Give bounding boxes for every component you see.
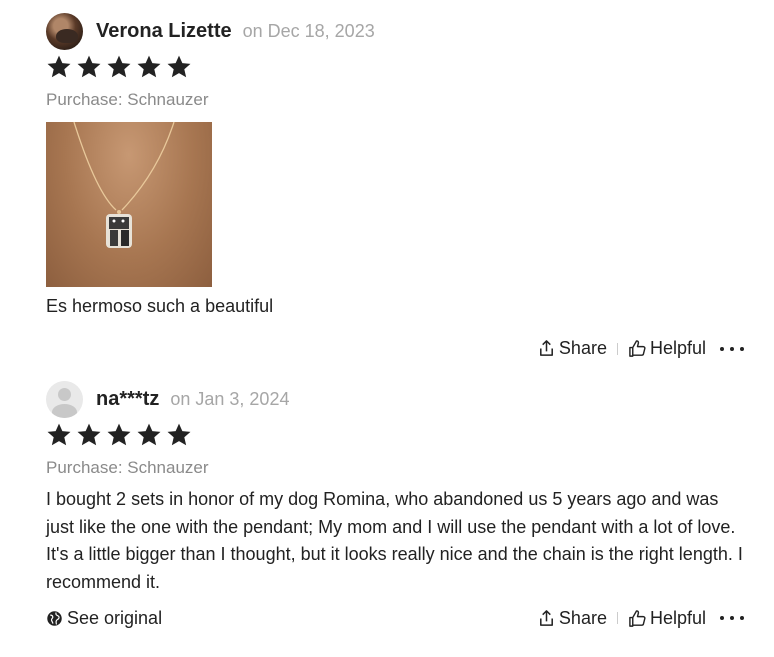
- reviewer-name[interactable]: Verona Lizette: [96, 20, 232, 43]
- thumbs-up-icon: [629, 340, 646, 357]
- helpful-label: Helpful: [649, 338, 706, 358]
- helpful-button[interactable]: Helpful: [628, 338, 706, 359]
- review-actions-right: Share Helpful: [537, 608, 744, 629]
- star-icon: [107, 423, 131, 446]
- helpful-button[interactable]: Helpful: [628, 608, 706, 629]
- review-card: Verona Lizette on Dec 18, 2023 Purchase:…: [46, 12, 744, 361]
- review-actions: See original Share Helpful: [46, 606, 744, 630]
- star-icon: [47, 55, 71, 78]
- review-header: na***tz on Jan 3, 2024: [46, 380, 744, 418]
- review-text: I bought 2 sets in honor of my dog Romin…: [46, 489, 743, 592]
- star-icon: [167, 55, 191, 78]
- see-original-label: See original: [67, 607, 163, 628]
- star-icon: [167, 423, 191, 446]
- globe-icon: [47, 610, 62, 626]
- more-options-button[interactable]: [720, 608, 744, 628]
- star-icon: [77, 423, 101, 446]
- share-icon: [539, 340, 553, 356]
- star-rating: [46, 422, 744, 448]
- necklace-pendant-image: [73, 122, 175, 248]
- star-icon: [137, 55, 161, 78]
- star-rating: [46, 54, 744, 80]
- see-original-button[interactable]: See original: [46, 608, 162, 629]
- share-label: Share: [558, 338, 607, 358]
- review-photo[interactable]: [46, 122, 212, 287]
- helpful-label: Helpful: [649, 607, 706, 628]
- purchase-variant: Purchase: Schnauzer: [46, 90, 209, 109]
- star-icon: [47, 423, 71, 446]
- review-date: on Dec 18, 2023: [242, 20, 375, 41]
- share-button[interactable]: Share: [537, 608, 607, 629]
- action-divider: [616, 612, 618, 624]
- thumbs-up-icon: [629, 609, 646, 627]
- star-icon: [107, 55, 131, 78]
- share-button[interactable]: Share: [537, 338, 607, 359]
- default-avatar-icon[interactable]: [46, 380, 83, 418]
- star-icon: [77, 55, 101, 78]
- review-actions-right: Share Helpful: [537, 338, 744, 359]
- share-label: Share: [558, 607, 607, 628]
- star-icon: [137, 423, 161, 446]
- reviewer-name[interactable]: na***tz: [96, 388, 159, 411]
- more-options-button[interactable]: [720, 339, 744, 359]
- action-divider: [616, 342, 618, 355]
- review-text: Es hermoso such a beautiful: [46, 296, 274, 316]
- reviewer-avatar[interactable]: [46, 12, 83, 50]
- share-icon: [539, 609, 553, 626]
- review-date: on Jan 3, 2024: [170, 388, 290, 409]
- review-card: na***tz on Jan 3, 2024 Purchase: Schnauz…: [46, 380, 744, 630]
- review-actions: Share Helpful: [46, 337, 744, 361]
- review-header: Verona Lizette on Dec 18, 2023: [46, 12, 744, 50]
- purchase-variant: Purchase: Schnauzer: [46, 458, 209, 477]
